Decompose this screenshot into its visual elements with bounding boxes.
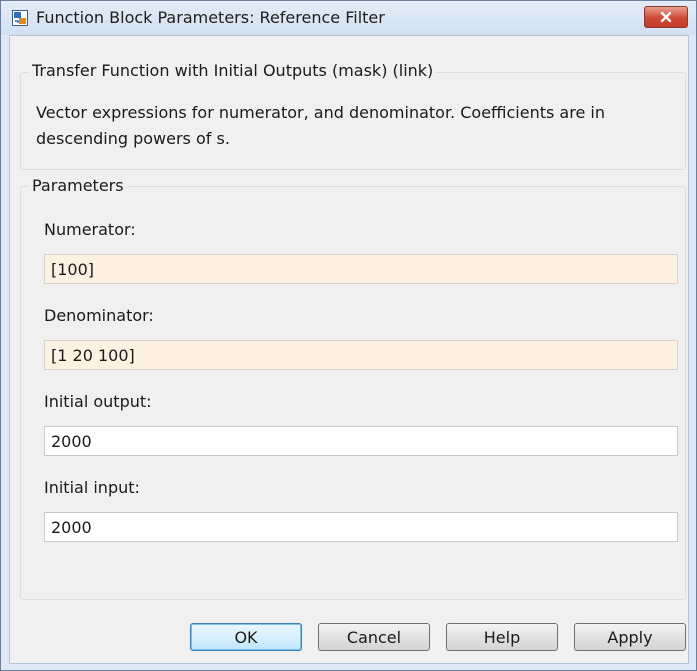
initial-input-label: Initial input: bbox=[44, 478, 140, 497]
window-title: Function Block Parameters: Reference Fil… bbox=[36, 8, 385, 27]
close-icon bbox=[659, 8, 673, 27]
denominator-label: Denominator: bbox=[44, 306, 154, 325]
initial-output-label: Initial output: bbox=[44, 392, 152, 411]
ok-button[interactable]: OK bbox=[190, 623, 302, 651]
numerator-label: Numerator: bbox=[44, 220, 136, 239]
parameters-group-label: Parameters bbox=[29, 176, 127, 195]
close-button[interactable] bbox=[644, 6, 688, 28]
initial-output-field[interactable] bbox=[44, 426, 678, 456]
dialog-window: Function Block Parameters: Reference Fil… bbox=[0, 0, 697, 671]
title-bar[interactable]: Function Block Parameters: Reference Fil… bbox=[1, 1, 696, 35]
apply-button[interactable]: Apply bbox=[574, 623, 686, 651]
simulink-block-icon bbox=[12, 10, 28, 26]
initial-input-field[interactable] bbox=[44, 512, 678, 542]
mask-group-label: Transfer Function with Initial Outputs (… bbox=[29, 61, 437, 80]
denominator-field[interactable] bbox=[44, 340, 678, 370]
mask-description: Vector expressions for numerator, and de… bbox=[36, 103, 605, 148]
cancel-button[interactable]: Cancel bbox=[318, 623, 430, 651]
help-button[interactable]: Help bbox=[446, 623, 558, 651]
numerator-field[interactable] bbox=[44, 254, 678, 284]
dialog-body: Transfer Function with Initial Outputs (… bbox=[9, 35, 689, 664]
